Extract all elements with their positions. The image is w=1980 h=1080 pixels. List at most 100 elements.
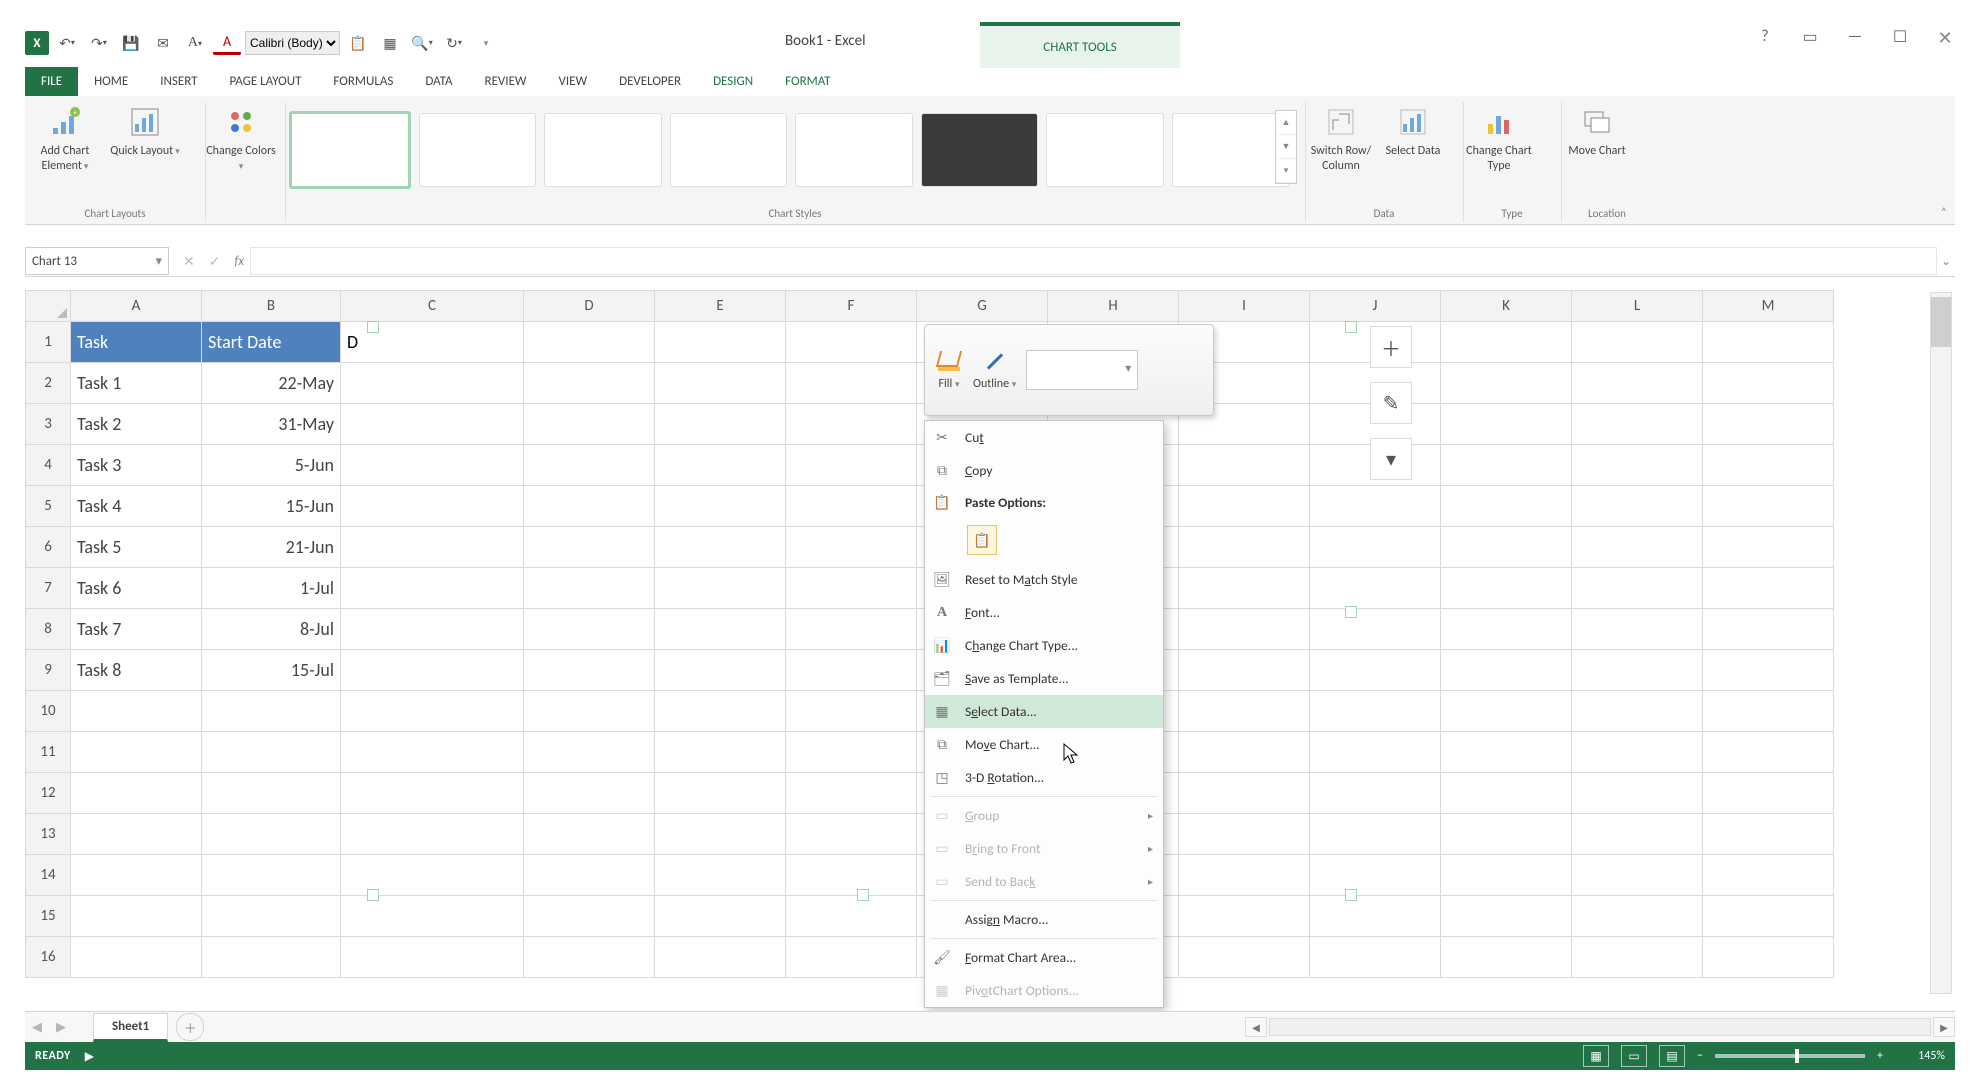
ctx-select-data[interactable]: ▦Select Data... — [925, 695, 1163, 728]
tab-data[interactable]: DATA — [409, 67, 468, 96]
chart-styles-button[interactable]: ✎ — [1370, 382, 1412, 424]
undo-button[interactable]: ↶▾ — [53, 29, 81, 57]
minimize-button[interactable]: — — [1845, 27, 1865, 49]
row-header-2[interactable]: 2 — [26, 363, 71, 404]
vertical-scrollbar[interactable] — [1930, 292, 1952, 994]
styles-scroll-more[interactable]: ▾ — [1276, 159, 1296, 183]
col-header-D[interactable]: D — [524, 291, 655, 322]
col-header-F[interactable]: F — [786, 291, 917, 322]
ctx-save-as-template[interactable]: 🗂Save as Template... — [925, 662, 1163, 695]
cell-A8[interactable]: Task 7 — [71, 609, 202, 650]
fx-icon[interactable]: fx — [234, 254, 244, 269]
col-header-H[interactable]: H — [1048, 291, 1179, 322]
col-header-C[interactable]: C — [341, 291, 524, 322]
row-header-13[interactable]: 13 — [26, 814, 71, 855]
chart-styles-gallery[interactable] — [289, 110, 1289, 190]
horizontal-scrollbar[interactable]: ◀ ▶ — [1245, 1017, 1955, 1037]
tab-formulas[interactable]: FORMULAS — [317, 67, 409, 96]
move-chart-button[interactable]: Move Chart — [1561, 102, 1633, 198]
row-header-1[interactable]: 1 — [26, 322, 71, 363]
styles-scroll-down[interactable]: ▼ — [1276, 135, 1296, 159]
view-page-layout-button[interactable]: ▭ — [1621, 1045, 1647, 1067]
cell-A3[interactable]: Task 2 — [71, 404, 202, 445]
font-color-button[interactable]: A — [213, 32, 241, 55]
ctx-move-chart[interactable]: ⧉Move Chart... — [925, 728, 1163, 761]
tab-home[interactable]: HOME — [78, 67, 144, 96]
row-header-12[interactable]: 12 — [26, 773, 71, 814]
zoom-percent[interactable]: 145% — [1895, 1049, 1945, 1063]
tab-design[interactable]: DESIGN — [697, 67, 769, 96]
chart-handle-r[interactable] — [1345, 606, 1357, 618]
col-header-G[interactable]: G — [917, 291, 1048, 322]
zoom-in-button[interactable]: + — [1877, 1049, 1883, 1063]
ctx-cut[interactable]: ✂Cut — [925, 421, 1163, 454]
chart-style-5[interactable] — [795, 113, 913, 187]
row-header-3[interactable]: 3 — [26, 404, 71, 445]
tab-review[interactable]: REVIEW — [469, 67, 543, 96]
print-preview-button[interactable]: 🔍▾ — [408, 29, 436, 57]
cell-A9[interactable]: Task 8 — [71, 650, 202, 691]
tab-file[interactable]: FILE — [25, 67, 78, 96]
help-button[interactable]: ? — [1755, 27, 1775, 49]
row-header-11[interactable]: 11 — [26, 732, 71, 773]
chart-handle-tr[interactable] — [1345, 321, 1357, 333]
cell-A1[interactable]: Task — [71, 322, 202, 363]
row-header-4[interactable]: 4 — [26, 445, 71, 486]
ctx-assign-macro[interactable]: Assign Macro... — [925, 903, 1163, 936]
styles-scroll-up[interactable]: ▲ — [1276, 111, 1296, 135]
quick-layout-button[interactable]: Quick Layout — [105, 102, 185, 198]
mini-fill-button[interactable]: Fill ▾ — [935, 349, 963, 391]
tab-view[interactable]: VIEW — [543, 67, 604, 96]
new-sheet-button[interactable]: ＋ — [176, 1013, 204, 1041]
row-header-16[interactable]: 16 — [26, 937, 71, 978]
formula-input[interactable] — [250, 247, 1937, 275]
sheet-nav-prev[interactable]: ◀ — [25, 1020, 49, 1035]
paste-button[interactable]: 📋 — [344, 29, 372, 57]
ctx-reset-match-style[interactable]: 🖼Reset to Match Style — [925, 563, 1163, 596]
expand-formula-bar-button[interactable]: ⌄ — [1937, 254, 1955, 269]
cell-A7[interactable]: Task 6 — [71, 568, 202, 609]
row-header-6[interactable]: 6 — [26, 527, 71, 568]
close-button[interactable]: ✕ — [1935, 27, 1955, 49]
cell-A4[interactable]: Task 3 — [71, 445, 202, 486]
cell-A2[interactable]: Task 1 — [71, 363, 202, 404]
view-normal-button[interactable]: ▦ — [1583, 1045, 1609, 1067]
sheet-nav-next[interactable]: ▶ — [49, 1020, 73, 1035]
email-button[interactable]: ✉ — [149, 29, 177, 57]
add-chart-element-button[interactable]: + Add Chart Element — [25, 102, 105, 198]
col-header-A[interactable]: A — [71, 291, 202, 322]
col-header-I[interactable]: I — [1179, 291, 1310, 322]
col-header-K[interactable]: K — [1441, 291, 1572, 322]
chart-style-2[interactable] — [419, 113, 537, 187]
chart-handle-br[interactable] — [1345, 889, 1357, 901]
cell-B3[interactable]: 31-May — [202, 404, 341, 445]
ribbon-display-button[interactable]: ▭ — [1800, 27, 1820, 49]
chart-style-1[interactable] — [289, 111, 411, 189]
chart-style-3[interactable] — [544, 113, 662, 187]
change-chart-type-button[interactable]: Change Chart Type — [1463, 102, 1535, 198]
zoom-out-button[interactable]: − — [1697, 1049, 1703, 1063]
hscroll-left[interactable]: ◀ — [1245, 1017, 1267, 1037]
tab-developer[interactable]: DEVELOPER — [603, 67, 697, 96]
redo-button[interactable]: ↷▾ — [85, 29, 113, 57]
tab-page-layout[interactable]: PAGE LAYOUT — [214, 67, 318, 96]
collapse-ribbon-button[interactable]: ˄ — [1941, 206, 1947, 220]
chart-handle-b[interactable] — [857, 889, 869, 901]
mini-outline-button[interactable]: Outline ▾ — [973, 349, 1016, 391]
chart-filters-button[interactable]: ▾ — [1370, 438, 1412, 480]
chart-handle-bl[interactable] — [367, 889, 379, 901]
cell-B5[interactable]: 15-Jun — [202, 486, 341, 527]
mini-shape-style-picker[interactable] — [1026, 350, 1138, 390]
ctx-font[interactable]: AFont... — [925, 596, 1163, 629]
cancel-formula-button[interactable]: ✕ — [183, 253, 195, 270]
row-header-15[interactable]: 15 — [26, 896, 71, 937]
chart-style-6[interactable] — [921, 113, 1039, 187]
chart-elements-button[interactable]: ＋ — [1370, 326, 1412, 368]
col-header-M[interactable]: M — [1703, 291, 1834, 322]
cell-B7[interactable]: 1-Jul — [202, 568, 341, 609]
ctx-change-chart-type[interactable]: 📊Change Chart Type... — [925, 629, 1163, 662]
row-header-14[interactable]: 14 — [26, 855, 71, 896]
hscroll-right[interactable]: ▶ — [1933, 1017, 1955, 1037]
save-button[interactable]: 💾 — [117, 29, 145, 57]
change-colors-button[interactable]: Change Colors — [205, 102, 277, 198]
